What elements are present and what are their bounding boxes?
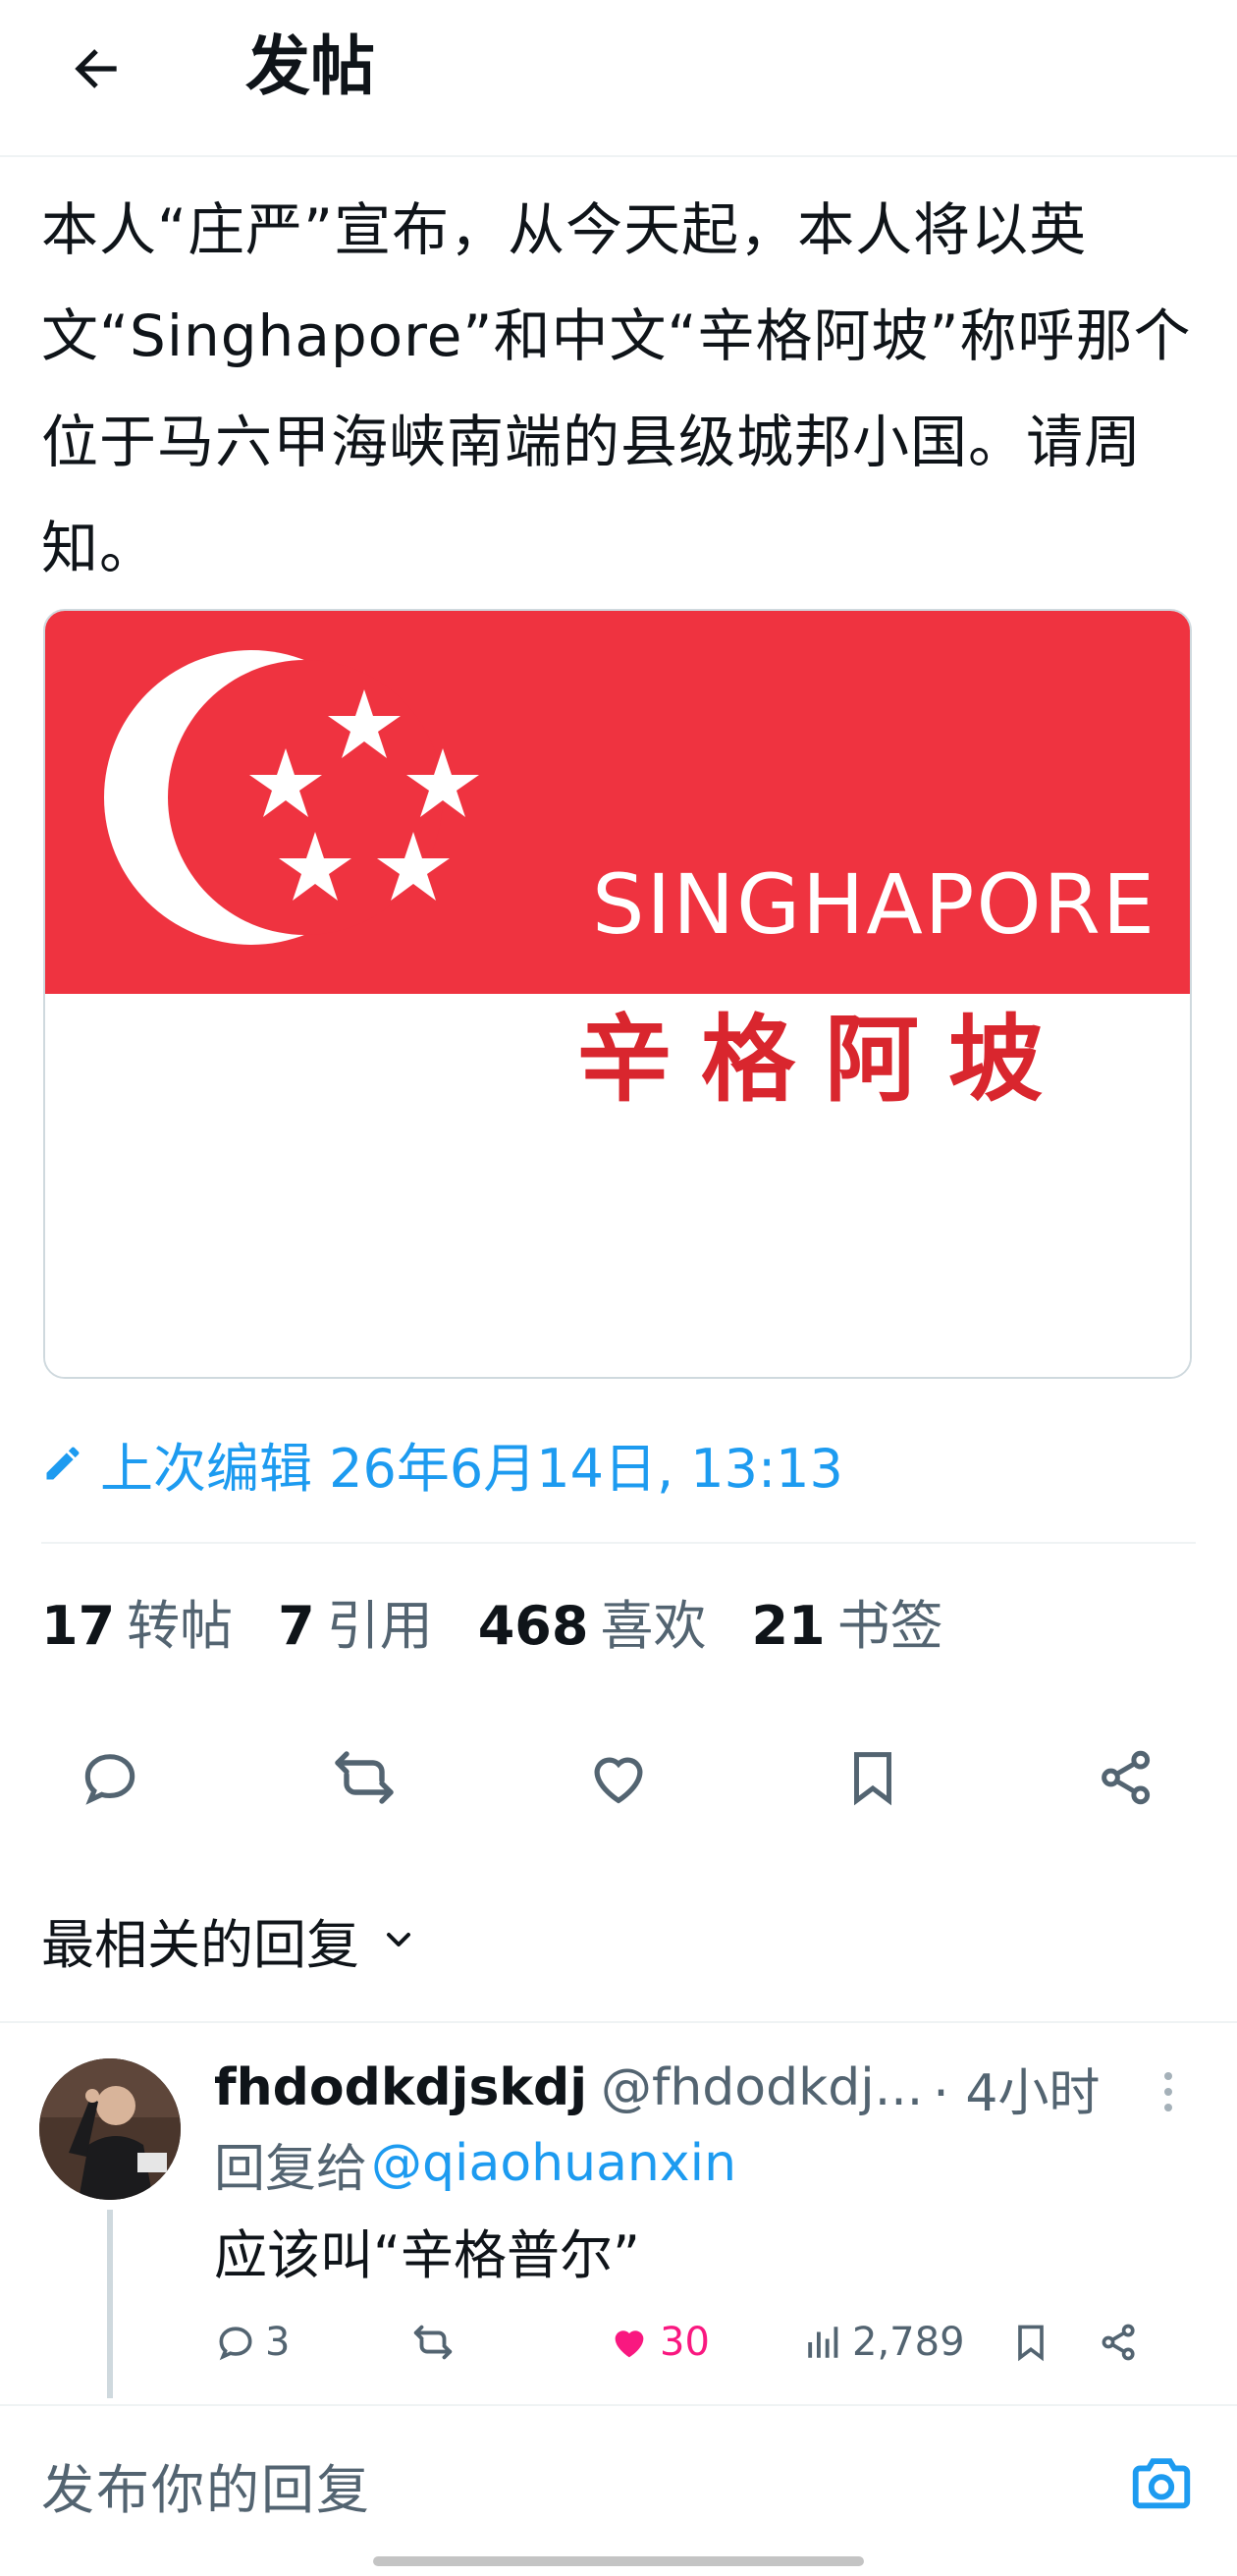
back-button[interactable] bbox=[57, 29, 135, 108]
more-options-button[interactable] bbox=[1149, 2062, 1188, 2121]
heart-filled-icon bbox=[615, 2330, 644, 2358]
bookmark-icon bbox=[854, 1752, 891, 1806]
avatar[interactable] bbox=[39, 2058, 181, 2200]
home-indicator bbox=[373, 2556, 864, 2566]
repost-button[interactable] bbox=[325, 1738, 403, 1817]
post-text: 本人“庄严”宣布，从今天起，本人将以英文“Singhapore”和中文“辛格阿坡… bbox=[41, 196, 1192, 581]
reply-author-name[interactable]: fhdodkdjskdj bbox=[214, 2058, 587, 2117]
engagement-stats: 17 转帖 7 引用 468 喜欢 21 书签 bbox=[41, 1586, 989, 1657]
bookmark-stat[interactable]: 21 书签 bbox=[751, 1582, 942, 1660]
more-dots-icon bbox=[1164, 2072, 1172, 2080]
reply-timestamp: · 4小时 bbox=[933, 2063, 1101, 2123]
views-chart-icon bbox=[808, 2327, 838, 2358]
reply-input[interactable]: 发布你的回复 bbox=[41, 2446, 371, 2524]
repost-icon bbox=[335, 1751, 394, 1804]
replies-sort-label: 最相关的回复 bbox=[41, 1913, 359, 1976]
reply-share-button[interactable] bbox=[1098, 2321, 1156, 2364]
reply-header: fhdodkdjskdj @fhdodkdj... · 4小时 bbox=[214, 2053, 1100, 2123]
reply-author-handle[interactable]: @fhdodkdj... bbox=[601, 2058, 923, 2117]
reply-button[interactable] bbox=[71, 1738, 149, 1817]
page-title: 发帖 bbox=[245, 28, 375, 104]
reply-to-label: 回复给 bbox=[214, 2139, 368, 2199]
reply-views-button[interactable]: 2,789 bbox=[803, 2320, 1009, 2365]
view-count: 2,789 bbox=[852, 2320, 965, 2365]
like-count: 30 bbox=[660, 2320, 710, 2365]
post-image[interactable]: SINGHAPORE 辛格阿坡 bbox=[43, 609, 1192, 1379]
pencil-icon bbox=[41, 1442, 84, 1485]
share-button[interactable] bbox=[1088, 1738, 1166, 1817]
repost-stat[interactable]: 17 转帖 bbox=[41, 1582, 233, 1660]
reply-repost-button[interactable] bbox=[410, 2320, 607, 2365]
reply-like-button[interactable]: 30 bbox=[607, 2320, 803, 2365]
reply-action-bar: 3 30 2,789 bbox=[214, 2308, 1196, 2377]
flag-chinese-text: 辛格阿坡 bbox=[577, 1005, 1072, 1115]
like-stat[interactable]: 468 喜欢 bbox=[478, 1582, 707, 1660]
replies-sort-dropdown[interactable]: 最相关的回复 bbox=[41, 1905, 418, 1976]
like-button[interactable] bbox=[579, 1738, 658, 1817]
edited-link[interactable]: 上次编辑 26年6月14日, 13:13 bbox=[41, 1429, 843, 1500]
thread-line bbox=[107, 2210, 113, 2398]
reply-reply-button[interactable]: 3 bbox=[214, 2320, 361, 2365]
repost-icon bbox=[413, 2325, 453, 2360]
divider bbox=[0, 2021, 1237, 2023]
divider bbox=[0, 2404, 1237, 2406]
bookmark-button[interactable] bbox=[834, 1738, 912, 1817]
divider bbox=[41, 1542, 1196, 1544]
flag-english-text: SINGHAPORE bbox=[592, 856, 1156, 953]
reply-text: 应该叫“辛格普尔” bbox=[214, 2223, 640, 2286]
top-app-bar bbox=[0, 0, 1237, 157]
share-icon bbox=[1102, 2324, 1135, 2361]
post-action-bar bbox=[41, 1738, 1196, 1817]
bookmark-icon bbox=[1018, 2325, 1044, 2362]
edited-text: 上次编辑 26年6月14日, 13:13 bbox=[100, 1437, 843, 1500]
quote-stat[interactable]: 7 引用 bbox=[278, 1582, 433, 1660]
share-icon bbox=[1102, 1750, 1151, 1805]
reply-icon bbox=[219, 2327, 252, 2361]
like-icon bbox=[594, 1757, 643, 1804]
arrow-left-icon bbox=[75, 49, 117, 88]
reply-to-line: 回复给 @qiaohuanxin bbox=[214, 2129, 736, 2199]
reply-icon bbox=[84, 1754, 135, 1805]
camera-icon[interactable] bbox=[1127, 2448, 1196, 2521]
reply-bookmark-button[interactable] bbox=[1009, 2321, 1098, 2364]
reply-count: 3 bbox=[265, 2320, 291, 2365]
reply-to-mention[interactable]: @qiaohuanxin bbox=[371, 2134, 736, 2193]
reply-composer[interactable]: 发布你的回复 bbox=[41, 2436, 1196, 2534]
chevron-down-icon bbox=[379, 1920, 418, 1959]
